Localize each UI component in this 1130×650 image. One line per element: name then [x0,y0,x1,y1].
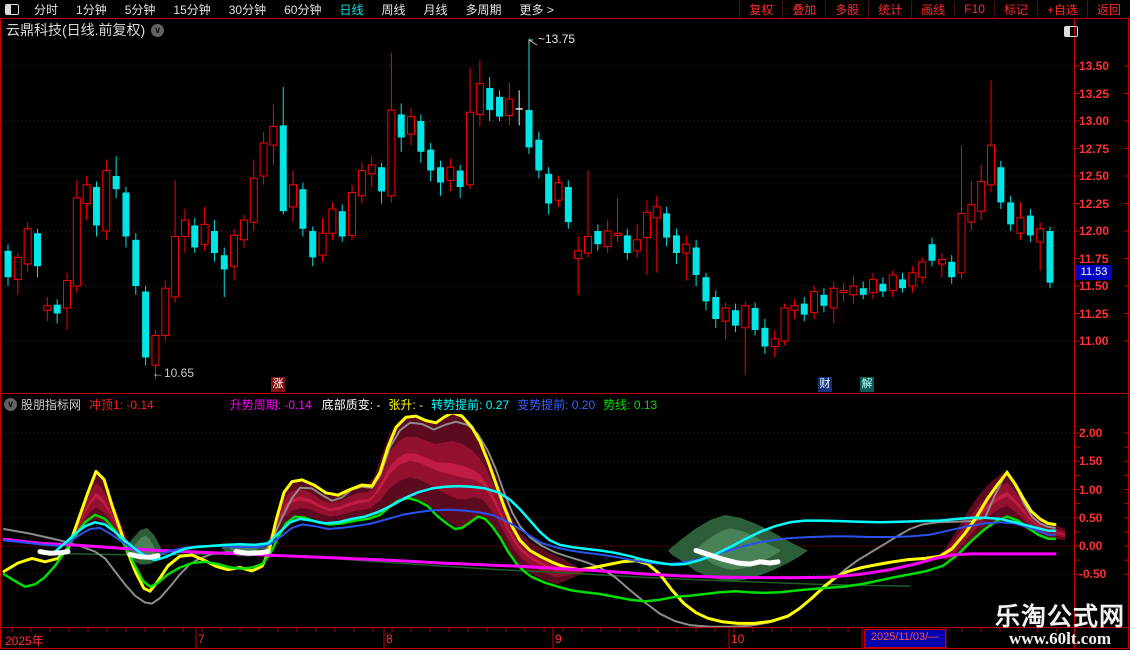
current-date-box: 2025/11/03/— [864,629,946,648]
jie-badge: 解 [860,377,874,392]
low-annotation: ←10.65 [152,366,194,380]
chart-canvas[interactable] [0,0,1130,650]
indicator-field: 势线: 0.13 [603,396,657,413]
price-axis-label: 12.25 [1079,197,1125,211]
current-price-box: 11.53 [1076,265,1112,280]
indicator-field: 变势提前: 0.20 [517,396,595,413]
price-axis-label: 13.25 [1079,87,1125,101]
watermark-cn: 乐淘公式网 [995,604,1125,630]
collapse-icon[interactable]: ∨ [4,398,17,411]
chevron-down-icon[interactable]: ∨ [151,24,164,37]
price-axis-label: 11.50 [1079,279,1125,293]
date-label: 2025年 [5,632,44,649]
date-label: 9 [555,632,562,646]
indicator-header: ∨ 股朋指标网 冲顶1: -0.14 升势周期: -0.14 底部质变: - 张升: … [0,396,1074,413]
date-label: 7 [198,632,205,646]
stock-title: 云鼎科技(日线.前复权) ∨ [6,22,164,38]
price-axis-label: 11.00 [1079,334,1125,348]
price-axis-label: 13.00 [1079,114,1125,128]
stock-title-text: 云鼎科技(日线.前复权) [6,20,145,40]
indicator-axis-label: 1.50 [1079,454,1125,468]
indicator-field: 冲顶1: -0.14 [89,396,154,413]
indicator-axis-label: 1.00 [1079,483,1125,497]
panel-icon[interactable] [1064,26,1078,37]
watermark: 乐淘公式网 www.60lt.com [995,604,1125,648]
date-label: 8 [386,632,393,646]
indicator-field: 张升: - [388,396,423,413]
watermark-url: www.60lt.com [995,630,1125,648]
cai-badge: 财 [818,377,832,392]
price-axis-label: 13.50 [1079,59,1125,73]
indicator-axis-label: 0.50 [1079,511,1125,525]
price-axis-label: 12.00 [1079,224,1125,238]
indicator-source[interactable]: 股朋指标网 [21,396,81,413]
indicator-field: 底部质变: - [322,396,381,413]
indicator-axis-label: -0.50 [1079,567,1125,581]
indicator-axis-label: 0.00 [1079,539,1125,553]
date-label: 10 [731,632,744,646]
price-axis-label: 11.25 [1079,307,1125,321]
indicator-field: 升势周期: -0.14 [230,396,312,413]
rise-badge: 涨 [271,377,285,392]
price-axis-label: 12.50 [1079,169,1125,183]
price-axis-label: 12.75 [1079,142,1125,156]
indicator-axis-label: 2.00 [1079,426,1125,440]
indicator-field: 转势提前: 0.27 [431,396,509,413]
indicator-values: 冲顶1: -0.14 升势周期: -0.14 底部质变: - 张升: - 转势提前: 0… [81,396,657,413]
price-axis-label: 11.75 [1079,252,1125,266]
high-annotation: ~13.75 [538,32,575,46]
